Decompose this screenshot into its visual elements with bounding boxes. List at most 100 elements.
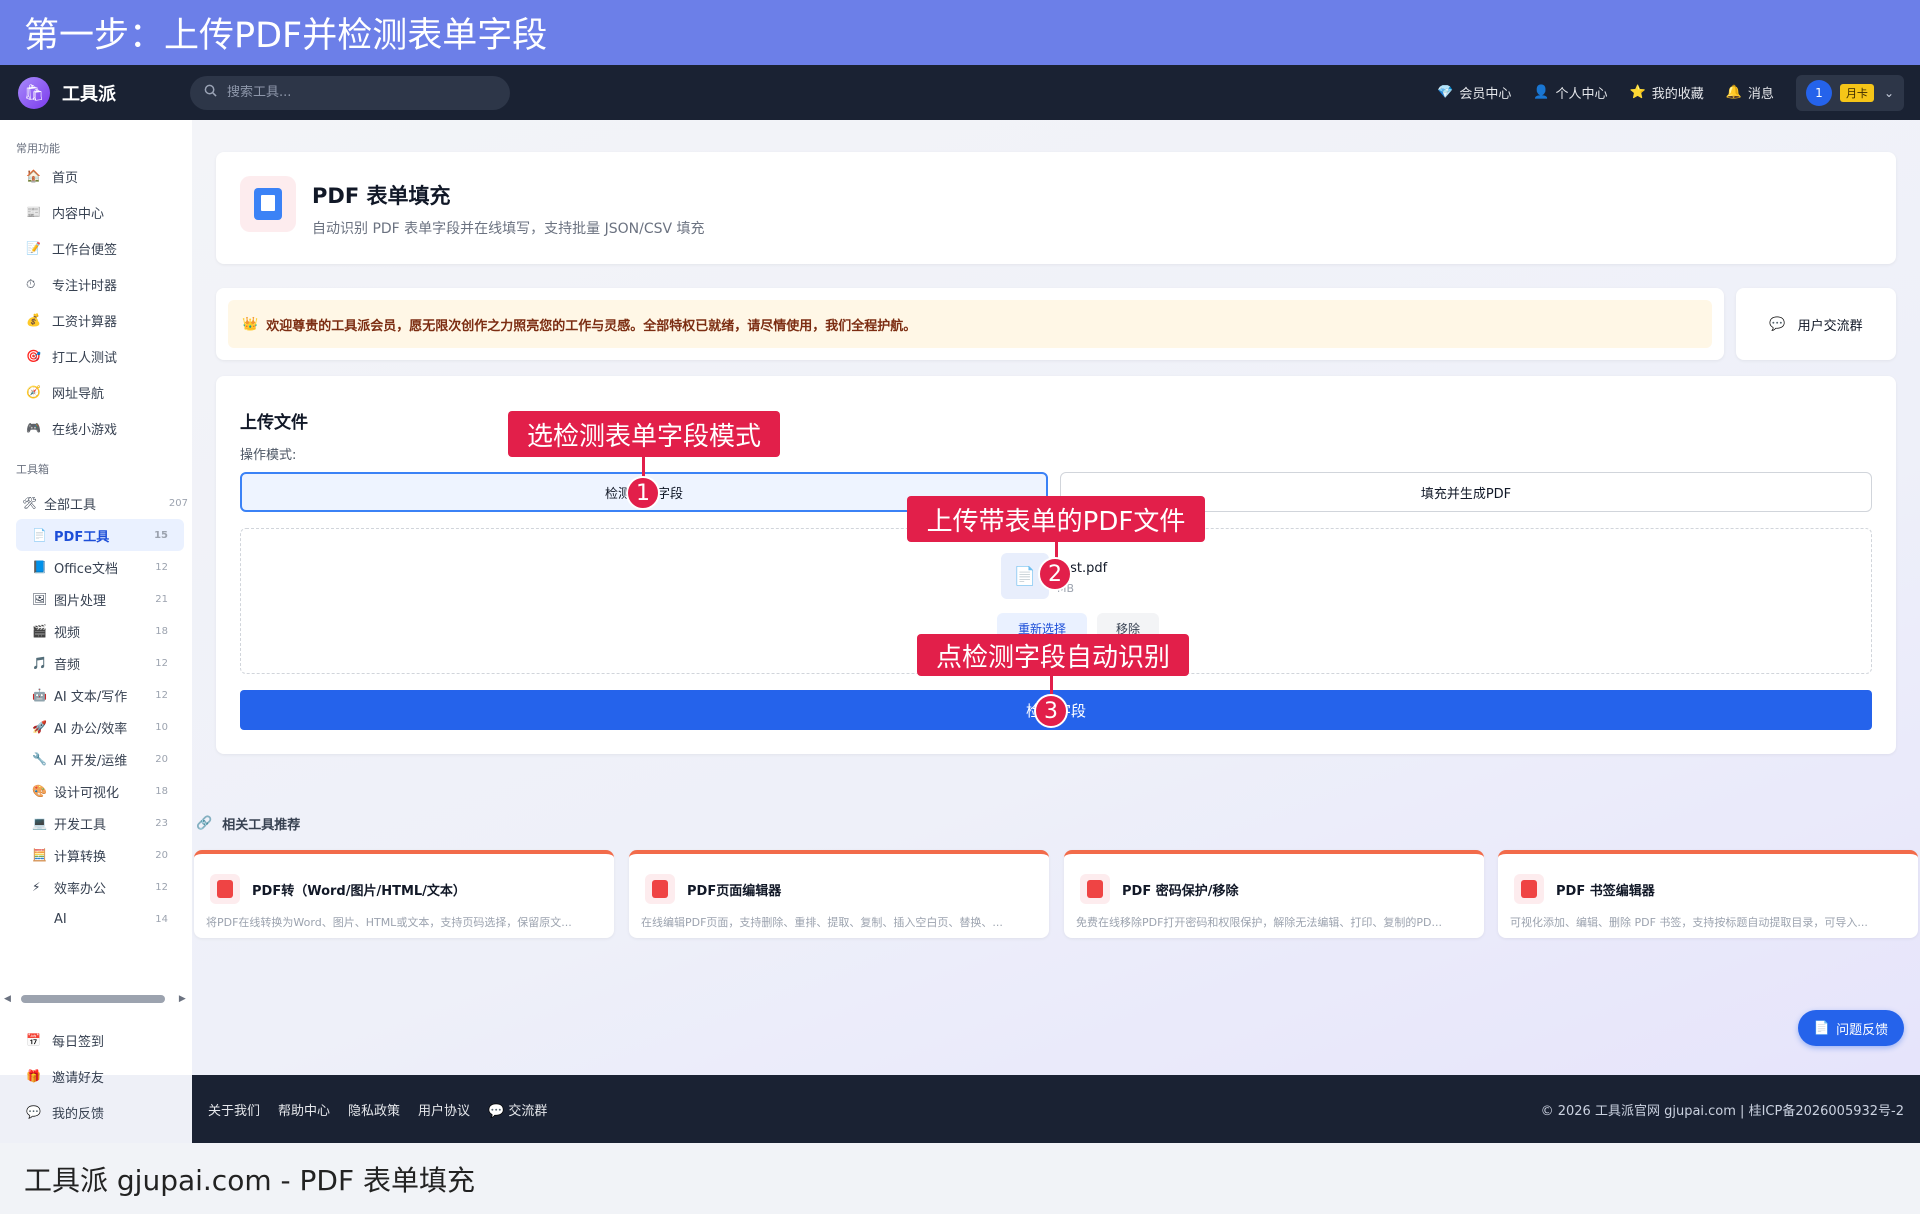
nav-messages[interactable]: 🔔 消息 [1726,83,1774,102]
search-box[interactable] [190,75,510,110]
footer-link-help[interactable]: 帮助中心 [278,1100,330,1119]
page-title: PDF 表单填充 [312,184,451,208]
palette-icon: 🎨 [32,784,47,798]
diamond-icon: 💎 [1437,85,1454,100]
scroll-right-icon[interactable]: ▶ [179,994,186,1004]
compass-icon: 🧭 [26,385,41,399]
top-navbar: 🛍 工具派 💎 会员中心 👤 个人中心 ⭐ 我的收藏 🔔 消息 1 月卡 ⌄ [0,65,1920,120]
music-note-icon: 🎵 [32,656,47,670]
sidebar-item-games[interactable]: 🎮 在线小游戏 [0,410,192,446]
nav-member-center[interactable]: 💎 会员中心 [1437,83,1511,102]
related-tool-card[interactable]: PDF转（Word/图片/HTML/文本） 将PDF在线转换为Word、图片、H… [194,850,614,938]
member-notice: 👑 欢迎尊贵的工具派会员，愿无限次创作之力照亮您的工作与灵感。全部特权已就绪，请… [228,300,1712,348]
sidebar-item-ai-office[interactable]: 🚀 AI 办公/效率 10 [0,711,192,743]
page-subtitle: 自动识别 PDF 表单字段并在线填写，支持批量 JSON/CSV 填充 [312,221,705,237]
community-button[interactable]: 💬 用户交流群 [1736,288,1896,360]
related-tool-name: PDF页面编辑器 [687,884,782,899]
annotation-callout-2: 上传带表单的PDF文件 [907,496,1205,542]
sidebar-item-url-nav[interactable]: 🧭 网址导航 [0,374,192,410]
wrench-icon: 🔧 [32,752,47,766]
footer-copyright: © 2026 工具派官网 gjupai.com | 桂ICP备202600593… [1540,1103,1904,1119]
pdf-convert-icon [210,874,240,904]
sidebar-item-calc[interactable]: 🧮 计算转换 20 [0,839,192,871]
sidebar-item-label: 在线小游戏 [52,422,118,438]
sidebar-item-ai-dev[interactable]: 🔧 AI 开发/运维 20 [0,743,192,775]
related-tool-card[interactable]: PDF页面编辑器 在线编辑PDF页面，支持删除、重排、提取、复制、插入空白页、替… [629,850,1049,938]
target-icon: 🎯 [26,349,41,363]
sidebar-item-label: 网址导航 [52,386,105,402]
sidebar-item-ai[interactable]: AI 14 [0,903,192,935]
sidebar-item-label: 设计可视化 [54,785,120,801]
nav-messages-label: 消息 [1747,87,1774,102]
footer-link-terms[interactable]: 用户协议 [418,1100,470,1119]
chat-icon: 💬 [1769,316,1786,332]
sidebar-item-worker-test[interactable]: 🎯 打工人测试 [0,338,192,374]
laptop-icon: 💻 [32,816,47,830]
sidebar-scrollbar[interactable]: ◀ ▶ [4,993,188,1005]
nav-member-center-label: 会员中心 [1459,87,1512,102]
sidebar-item-label: 图片处理 [54,593,107,609]
tools-icon: 🛠 [22,496,38,510]
footer-link-group[interactable]: 💬 交流群 [488,1100,547,1119]
sidebar-item-design[interactable]: 🎨 设计可视化 18 [0,775,192,807]
tool-count: 14 [155,913,168,925]
footer-link-privacy[interactable]: 隐私政策 [348,1100,400,1119]
related-tools-title: 相关工具推荐 [222,818,301,833]
search-input[interactable] [227,85,487,100]
sidebar-item-label: AI [54,911,67,927]
feedback-button[interactable]: 📄 问题反馈 [1798,1010,1904,1046]
sidebar-item-label: 全部工具 [44,497,97,513]
scrollbar-thumb[interactable] [20,995,165,1003]
annotation-step-3: 3 [1034,694,1068,728]
search-icon [204,84,217,101]
tool-count: 207 [168,497,188,509]
related-tools-heading: 🔗 相关工具推荐 [196,814,300,833]
nav-favorites-label: 我的收藏 [1651,87,1704,102]
tool-count: 18 [155,625,168,637]
sidebar-item-office[interactable]: 📘 Office文档 12 [0,551,192,583]
logo[interactable]: 🛍 工具派 [18,76,190,109]
gift-icon: 🎁 [26,1069,41,1083]
sidebar-item-timer[interactable]: ⏱ 专注计时器 [0,266,192,302]
sidebar-item-checkin[interactable]: 📅 每日签到 [0,1022,192,1058]
related-tool-card[interactable]: PDF 密码保护/移除 免费在线移除PDF打开密码和权限保护，解除无法编辑、打印… [1064,850,1484,938]
sidebar-item-label: 效率办公 [54,881,107,897]
related-tool-card[interactable]: PDF 书签编辑器 可视化添加、编辑、删除 PDF 书签，支持按标题自动提取目录… [1498,850,1918,938]
tool-count: 15 [154,529,168,541]
tool-header-card: PDF 表单填充 自动识别 PDF 表单字段并在线填写，支持批量 JSON/CS… [216,152,1896,264]
calendar-icon: 📅 [26,1033,41,1047]
sidebar-item-pdf-tools[interactable]: 📄 PDF工具 15 [16,519,184,551]
link-icon: 🔗 [196,816,213,831]
member-notice-text: 欢迎尊贵的工具派会员，愿无限次创作之力照亮您的工作与灵感。全部特权已就绪，请尽情… [266,318,917,334]
form-document-icon [240,176,296,232]
sidebar-item-efficiency[interactable]: ⚡ 效率办公 12 [0,871,192,903]
sidebar-item-home[interactable]: 🏠 首页 [0,158,192,194]
tool-count: 18 [155,785,168,797]
sidebar-item-audio[interactable]: 🎵 音频 12 [0,647,192,679]
sidebar-item-label: AI 文本/写作 [54,689,128,705]
sidebar-item-salary[interactable]: 💰 工资计算器 [0,302,192,338]
sidebar-item-all-tools[interactable]: 🛠 全部工具 207 [0,487,192,519]
scroll-left-icon[interactable]: ◀ [4,994,11,1004]
related-tool-desc: 可视化添加、编辑、删除 PDF 书签，支持按标题自动提取目录，可导入... [1510,916,1868,929]
user-menu[interactable]: 1 月卡 ⌄ [1795,74,1904,111]
sidebar-item-ai-writing[interactable]: 🤖 AI 文本/写作 12 [0,679,192,711]
nav-favorites[interactable]: ⭐ 我的收藏 [1630,83,1704,102]
home-icon: 🏠 [26,169,41,183]
pdf-icon: 📄 [32,528,47,542]
sidebar-item-dev-tools[interactable]: 💻 开发工具 23 [0,807,192,839]
avatar: 1 [1805,79,1832,106]
sidebar-item-invite[interactable]: 🎁 邀请好友 [0,1058,192,1094]
sidebar-item-image[interactable]: 🖼 图片处理 21 [0,583,192,615]
sidebar-item-notes[interactable]: 📝 工作台便签 [0,230,192,266]
sidebar-item-content[interactable]: 📰 内容中心 [0,194,192,230]
sidebar-item-my-feedback[interactable]: 💬 我的反馈 [0,1094,192,1130]
nav-personal-center[interactable]: 👤 个人中心 [1533,83,1607,102]
footer: 关于我们 帮助中心 隐私政策 用户协议 💬 交流群 © 2026 工具派官网 g… [192,1075,1920,1143]
sidebar-item-label: AI 办公/效率 [54,721,128,737]
sidebar-item-video[interactable]: 🎬 视频 18 [0,615,192,647]
annotation-step-1: 1 [626,476,660,510]
star-icon: ⭐ [1629,85,1646,100]
sidebar-item-label: 视频 [54,625,81,641]
footer-link-about[interactable]: 关于我们 [208,1100,260,1119]
